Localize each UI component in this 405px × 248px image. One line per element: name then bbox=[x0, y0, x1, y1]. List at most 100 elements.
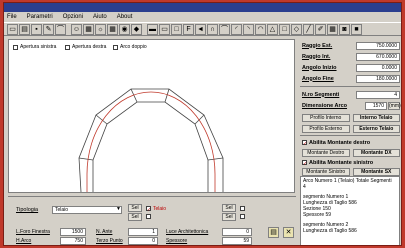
raggio-est-field[interactable]: 750.0000 bbox=[356, 41, 400, 50]
diamond-icon[interactable]: ◇ bbox=[291, 23, 302, 35]
angolo-inizio-row: Angolo Inizio 0.0000 bbox=[302, 63, 400, 72]
rect-icon[interactable]: ▭ bbox=[159, 23, 170, 35]
title-bar bbox=[4, 3, 401, 12]
close-icon[interactable]: ✕ bbox=[283, 227, 294, 238]
n-segmenti-label: N.ro Segmenti bbox=[302, 91, 340, 98]
montante-dx-button[interactable]: Montante DX bbox=[352, 148, 400, 157]
angolo-inizio-label: Angolo Inizio bbox=[302, 64, 337, 71]
triangle-icon[interactable]: △ bbox=[267, 23, 278, 35]
l-foro-field[interactable]: 1500 bbox=[60, 228, 86, 236]
export-icon[interactable]: ▤ bbox=[268, 227, 279, 238]
h-arco-label: H.Arco bbox=[16, 238, 32, 244]
arch-shape-icon[interactable]: ∩ bbox=[207, 23, 218, 35]
sun-icon[interactable]: ☼ bbox=[95, 23, 106, 35]
camera-icon[interactable]: ◙ bbox=[339, 23, 350, 35]
arch-icon[interactable]: ⌒ bbox=[55, 23, 66, 35]
raggio-est-row: Raggio Est. 750.0000 bbox=[302, 41, 400, 50]
info-header-value: 4 bbox=[303, 184, 306, 190]
h-arco-field[interactable]: 750 bbox=[60, 237, 86, 245]
interno-row: Profilo Interno Interno Telaio bbox=[302, 113, 400, 122]
app-window: File Parametri Opzioni Aiuto About ▭ ▤ ▪… bbox=[3, 2, 402, 246]
terzo-punto-field[interactable]: 0 bbox=[128, 237, 158, 245]
arc-icon[interactable]: ◠ bbox=[255, 23, 266, 35]
menu-parametri[interactable]: Parametri bbox=[27, 12, 53, 22]
menu-bar: File Parametri Opzioni Aiuto About bbox=[4, 12, 401, 22]
n-ante-field[interactable]: 1 bbox=[128, 228, 158, 236]
bar-icon[interactable]: ▬ bbox=[147, 23, 158, 35]
pen-icon[interactable]: ✐ bbox=[315, 23, 326, 35]
option-checkbox[interactable] bbox=[240, 214, 245, 219]
arrow-left-icon[interactable]: ◄ bbox=[195, 23, 206, 35]
angolo-fine-label: Angolo Fine bbox=[302, 75, 334, 82]
option-checkbox[interactable] bbox=[240, 206, 245, 211]
menu-file[interactable]: File bbox=[7, 12, 17, 22]
tipologia-select[interactable]: Telaio bbox=[52, 206, 122, 214]
spessore-label: Spessore bbox=[166, 238, 188, 244]
arch-outline-icon[interactable]: ⌒ bbox=[219, 23, 230, 35]
menu-about[interactable]: About bbox=[117, 12, 133, 22]
angolo-inizio-field[interactable]: 0.0000 bbox=[356, 63, 400, 72]
telaio-checkbox[interactable] bbox=[146, 206, 151, 211]
raggio-est-label: Raggio Est. bbox=[302, 42, 333, 49]
n-segmenti-field[interactable]: 4 bbox=[356, 90, 400, 99]
abilita-montante-sinistro-label: Abilita Montante sinistro bbox=[309, 159, 374, 166]
line-icon[interactable]: ╱ bbox=[303, 23, 314, 35]
sel-button-2[interactable]: Sel bbox=[128, 213, 142, 221]
esterno-telaio-button[interactable]: Esterno Telaio bbox=[352, 124, 400, 133]
eye-icon[interactable]: ◉ bbox=[119, 23, 130, 35]
square-icon[interactable]: □ bbox=[171, 23, 182, 35]
abilita-montante-sinistro-row[interactable]: Abilita Montante sinistro bbox=[302, 158, 400, 167]
unit-mm-button[interactable]: (mm) bbox=[388, 101, 401, 110]
esterno-row: Profilo Esterno Esterno Telaio bbox=[302, 124, 400, 133]
toolbar: ▭ ▤ ▪ ✎ ⌒ ☺ ▦ ☼ ▦ ◉ ◆ ▬ ▭ □ F ◄ ∩ ⌒ ◜ ◝ … bbox=[4, 22, 401, 36]
option-checkbox[interactable] bbox=[146, 214, 151, 219]
n-segmenti-row: N.ro Segmenti 4 bbox=[302, 90, 400, 99]
dimensione-arco-label: Dimensione Arco bbox=[302, 102, 348, 109]
menu-opzioni[interactable]: Opzioni bbox=[63, 12, 83, 22]
new-file-icon[interactable]: ▭ bbox=[7, 23, 18, 35]
interno-telaio-button[interactable]: Interno Telaio bbox=[352, 113, 400, 122]
montante-sinistro-button[interactable]: Montante Sinistro bbox=[302, 167, 350, 176]
letter-f-icon[interactable]: F bbox=[183, 23, 194, 35]
save-icon[interactable]: ▪ bbox=[31, 23, 42, 35]
pencil-icon[interactable]: ✎ bbox=[43, 23, 54, 35]
drawing-canvas[interactable]: Apertura sinistra Apertura destra Arco d… bbox=[8, 39, 295, 193]
shape-icon[interactable]: ◆ bbox=[131, 23, 142, 35]
abilita-montante-destro-checkbox[interactable] bbox=[302, 140, 307, 145]
profilo-esterno-button[interactable]: Profilo Esterno bbox=[302, 124, 350, 133]
segment-info-panel[interactable]: Arco Numero 1 (Telaio) Totale Segmenti 4… bbox=[300, 176, 400, 245]
calculator-icon[interactable]: ▦ bbox=[107, 23, 118, 35]
sel-button-4[interactable]: Sel bbox=[222, 213, 236, 221]
n-ante-label: N. Ante bbox=[96, 229, 113, 235]
arc-right-icon[interactable]: ◝ bbox=[243, 23, 254, 35]
abilita-montante-destro-row[interactable]: Abilita Montante destro bbox=[302, 138, 400, 147]
abilita-montante-destro-label: Abilita Montante destro bbox=[309, 139, 371, 146]
open-folder-icon[interactable]: ▤ bbox=[19, 23, 30, 35]
chevron-down-icon[interactable]: ▼ bbox=[116, 206, 121, 212]
abilita-montante-sinistro-checkbox[interactable] bbox=[302, 160, 307, 165]
grid-icon[interactable]: ▦ bbox=[327, 23, 338, 35]
sel-button-1[interactable]: Sel bbox=[128, 204, 142, 212]
montante-sx-button[interactable]: Montante SX bbox=[352, 167, 400, 176]
spessore-field[interactable]: 59 bbox=[222, 237, 252, 245]
luce-field[interactable]: 0 bbox=[222, 228, 252, 236]
dimensione-arco-field[interactable]: 1570 bbox=[365, 101, 387, 110]
bottom-panel: Tipologia Telaio ▼ Sel Sel Telaio Sel Se… bbox=[8, 196, 296, 245]
dimensione-arco-row: Dimensione Arco 1570 (mm) bbox=[302, 101, 401, 110]
user-icon[interactable]: ☺ bbox=[71, 23, 82, 35]
arc-left-icon[interactable]: ◜ bbox=[231, 23, 242, 35]
menu-aiuto[interactable]: Aiuto bbox=[93, 12, 107, 22]
tipologia-label: Tipologia bbox=[16, 207, 39, 213]
montante-destro-button[interactable]: Montante Destro bbox=[302, 148, 350, 157]
stop-icon[interactable]: ■ bbox=[351, 23, 362, 35]
info-header-text: Arco Numero 1 (Telaio) Totale Segmenti bbox=[303, 178, 392, 184]
raggio-int-field[interactable]: 670.0000 bbox=[356, 52, 400, 61]
folder-icon[interactable]: ▦ bbox=[83, 23, 94, 35]
montante-destro-row: Montante Destro Montante DX bbox=[302, 148, 400, 157]
profilo-interno-button[interactable]: Profilo Interno bbox=[302, 113, 350, 122]
sel-button-3[interactable]: Sel bbox=[222, 204, 236, 212]
terzo-punto-label: Terzo Punto bbox=[96, 238, 123, 244]
square-outline-icon[interactable]: □ bbox=[279, 23, 290, 35]
angolo-fine-field[interactable]: 180.0000 bbox=[356, 74, 400, 83]
info-header: Arco Numero 1 (Telaio) Totale Segmenti bbox=[303, 178, 397, 184]
